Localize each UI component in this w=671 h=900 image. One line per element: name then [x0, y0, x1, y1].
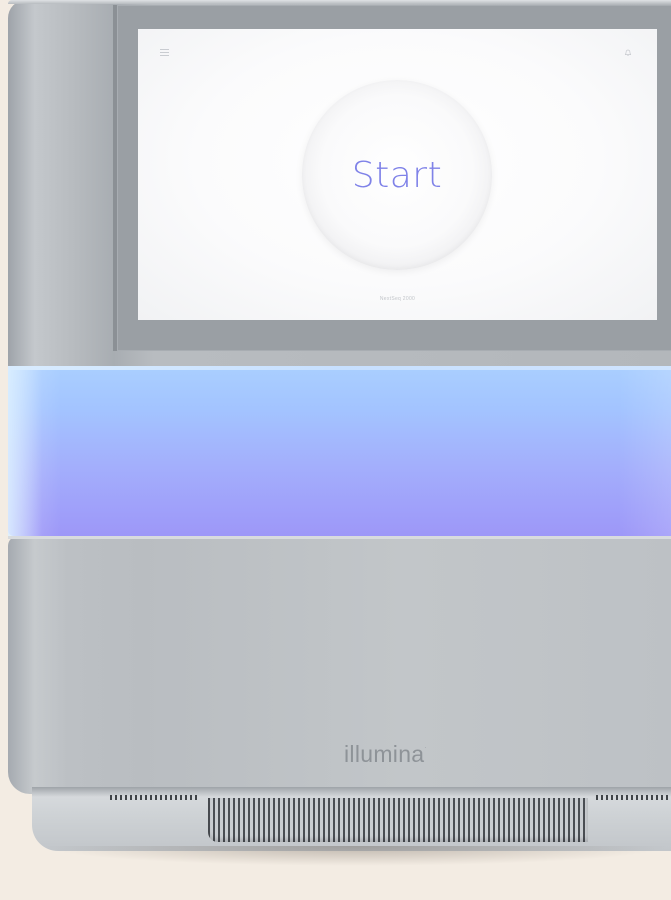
brand-logo: illumina· — [344, 741, 427, 767]
vent-row-left — [110, 795, 200, 800]
menu-icon[interactable] — [160, 49, 169, 56]
top-edge — [8, 0, 671, 4]
brand-logo-text: illumina — [344, 741, 425, 767]
bottom-housing — [8, 536, 671, 794]
glow-top-highlight — [8, 366, 671, 370]
start-label: Start — [351, 154, 443, 196]
status-light-band — [8, 366, 671, 536]
sequencer-device: Start NextSeq 2000 illumina· — [0, 0, 671, 900]
glow-edge-highlight — [8, 366, 42, 536]
air-vent — [208, 798, 588, 842]
vent-row-right — [596, 795, 671, 800]
bottom-housing-edge — [8, 536, 671, 539]
start-button[interactable]: Start — [302, 80, 492, 270]
device-name: NextSeq 2000 — [379, 296, 416, 302]
bell-icon[interactable] — [624, 49, 632, 57]
floor-shadow — [40, 846, 671, 866]
touch-screen: Start NextSeq 2000 — [138, 29, 657, 320]
